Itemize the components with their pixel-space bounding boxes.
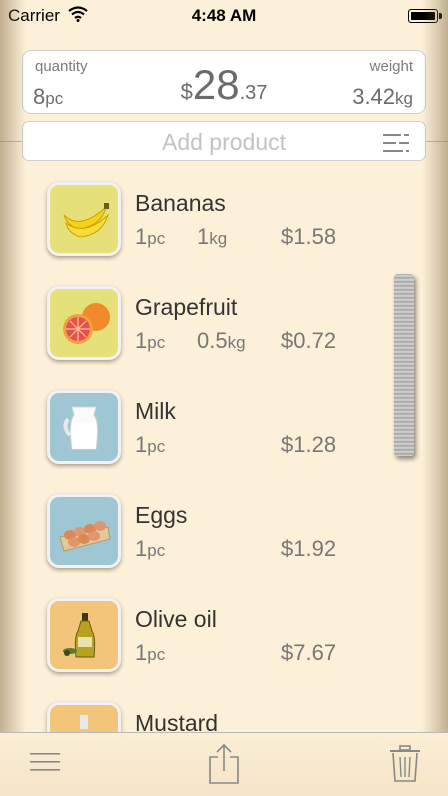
item-price: $1.92 <box>281 536 337 561</box>
list-item[interactable]: Eggs 1pc $1.92 <box>47 494 407 574</box>
item-price: $7.67 <box>281 640 337 665</box>
eggs-icon <box>47 494 121 568</box>
clock: 4:48 AM <box>191 6 257 25</box>
left-edge-shade <box>0 0 26 795</box>
add-product-placeholder: Add product <box>161 129 287 155</box>
item-quantity: 1pc <box>135 328 166 353</box>
list-item[interactable]: Bananas 1pc 1kg $1.58 <box>47 182 407 262</box>
item-quantity: 1pc <box>135 640 166 665</box>
add-product-field[interactable]: Add product <box>22 121 426 161</box>
bottom-toolbar <box>0 732 448 796</box>
trash-icon[interactable] <box>390 745 420 788</box>
menu-icon[interactable] <box>30 751 60 778</box>
item-quantity: 1pc <box>135 224 166 249</box>
weight-total: 3.42kg <box>352 84 413 109</box>
battery-icon <box>408 9 442 23</box>
item-name: Bananas <box>135 190 226 216</box>
status-bar: Carrier 4:48 AM <box>0 0 448 30</box>
share-icon[interactable] <box>208 743 240 790</box>
item-weight: 1kg <box>197 224 228 249</box>
item-price: $1.28 <box>281 432 337 457</box>
item-name: Milk <box>135 398 176 424</box>
olive-oil-icon <box>47 598 121 672</box>
item-name: Grapefruit <box>135 294 238 320</box>
item-name: Olive oil <box>135 606 217 632</box>
summary-card: quantity weight 8pc $28.37 3.42kg <box>22 50 426 114</box>
list-item[interactable]: Milk 1pc $1.28 <box>47 390 407 470</box>
right-edge-shade <box>422 0 448 795</box>
item-weight: 0.5kg <box>197 328 246 353</box>
item-price: $0.72 <box>281 328 337 353</box>
banana-icon <box>47 182 121 256</box>
scroll-handle[interactable] <box>394 274 414 456</box>
item-quantity: 1pc <box>135 432 166 457</box>
list-options-icon[interactable] <box>383 133 411 158</box>
list-item[interactable]: Olive oil 1pc $7.67 <box>47 598 407 678</box>
item-name: Eggs <box>135 502 188 528</box>
milk-icon <box>47 390 121 464</box>
item-quantity: 1pc <box>135 536 166 561</box>
list-item[interactable]: Grapefruit 1pc 0.5kg $0.72 <box>47 286 407 366</box>
item-price: $1.58 <box>281 224 337 249</box>
grapefruit-icon <box>47 286 121 360</box>
